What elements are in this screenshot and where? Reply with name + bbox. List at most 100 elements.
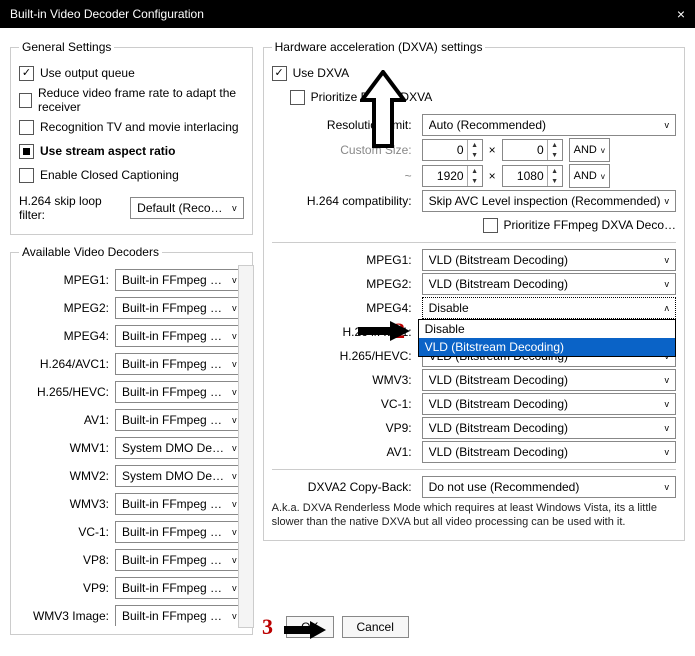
- hw-codec-label: MPEG2:: [272, 277, 416, 291]
- decoder-combo[interactable]: Built-in FFmpeg Decoder (Recommended)v: [115, 297, 244, 319]
- use-stream-aspect-checkbox[interactable]: [19, 144, 34, 159]
- recognition-tv-checkbox[interactable]: [19, 120, 34, 135]
- custom-and-combo[interactable]: ANDv: [569, 138, 610, 162]
- hw-codec-label: VC-1:: [272, 397, 416, 411]
- custom-size-label: Custom Size:: [272, 143, 416, 157]
- decoder-label: MPEG1:: [19, 273, 109, 287]
- decoder-combo[interactable]: Built-in FFmpeg Decoder (Recommended)v: [115, 521, 244, 543]
- copyback-note: A.k.a. DXVA Renderless Mode which requir…: [272, 502, 676, 530]
- dropdown-option[interactable]: VLD (Bitstream Decoding): [419, 338, 675, 356]
- skiploop-combo[interactable]: Default (Recommended)v: [130, 197, 243, 219]
- annotation-number-2: 2: [394, 318, 405, 344]
- prioritize-d3d11-checkbox[interactable]: [290, 90, 305, 105]
- hw-codec-row: MPEG2: VLD (Bitstream Decoding)v: [272, 273, 676, 295]
- decoder-combo[interactable]: System DMO Decoder (Recommended)v: [115, 437, 244, 459]
- hw-codec-dropdown[interactable]: DisableVLD (Bitstream Decoding): [418, 319, 676, 357]
- copyback-label: DXVA2 Copy-Back:: [272, 480, 416, 494]
- decoder-combo[interactable]: Built-in FFmpeg Decoder (Recommended)v: [115, 325, 244, 347]
- decoder-row: WMV2: System DMO Decoder (Recommended)v: [19, 465, 244, 487]
- decoder-row: H.264/AVC1: Built-in FFmpeg Decoder (Reco…: [19, 353, 244, 375]
- decoder-row: MPEG1: Built-in FFmpeg Decoder (Recommend…: [19, 269, 244, 291]
- annotation-number-3: 3: [262, 614, 273, 640]
- use-output-queue-checkbox[interactable]: [19, 66, 34, 81]
- decoder-label: H.264/AVC1:: [19, 357, 109, 371]
- decoder-combo[interactable]: System DMO Decoder (Recommended)v: [115, 465, 244, 487]
- hw-codec-combo[interactable]: VLD (Bitstream Decoding)v: [422, 441, 676, 463]
- hw-codec-combo[interactable]: VLD (Bitstream Decoding)v: [422, 393, 676, 415]
- hw-accel-group: Hardware acceleration (DXVA) settings Us…: [263, 40, 685, 541]
- hw-accel-legend: Hardware acceleration (DXVA) settings: [272, 40, 486, 54]
- decoder-row: WMV1: System DMO Decoder (Recommended)v: [19, 437, 244, 459]
- ok-button[interactable]: OK: [286, 616, 333, 638]
- decoder-combo[interactable]: Built-in FFmpeg Decoder (Recommended)v: [115, 549, 244, 571]
- decoder-row: H.265/HEVC: Built-in FFmpeg Decoder (Reco…: [19, 381, 244, 403]
- decoder-label: H.265/HEVC:: [19, 385, 109, 399]
- enable-cc-checkbox[interactable]: [19, 168, 34, 183]
- decoder-combo[interactable]: Built-in FFmpeg Decoder (Recommended)v: [115, 577, 244, 599]
- hw-codec-combo[interactable]: VLD (Bitstream Decoding)v: [422, 369, 676, 391]
- enable-cc-label: Enable Closed Captioning: [40, 168, 179, 182]
- close-icon[interactable]: ×: [677, 6, 685, 22]
- available-decoders-group: Available Video Decoders MPEG1:Built-in …: [10, 245, 253, 635]
- decoder-label: WMV2:: [19, 469, 109, 483]
- hw-codec-row: VC-1: VLD (Bitstream Decoding)v: [272, 393, 676, 415]
- decoder-row: VP9:Built-in FFmpeg Decoder (Recommended…: [19, 577, 244, 599]
- compat-combo[interactable]: Skip AVC Level inspection (Recommended)v: [422, 190, 676, 212]
- prioritize-ffmpeg-checkbox[interactable]: [483, 218, 498, 233]
- hw-codec-row: AV1: VLD (Bitstream Decoding)v: [272, 441, 676, 463]
- reduce-frame-rate-label: Reduce video frame rate to adapt the rec…: [38, 86, 244, 114]
- titlebar: Built-in Video Decoder Configuration ×: [0, 0, 695, 28]
- cancel-button[interactable]: Cancel: [342, 616, 409, 638]
- use-output-queue-label: Use output queue: [40, 66, 135, 80]
- hw-codec-row: MPEG1: VLD (Bitstream Decoding)v: [272, 249, 676, 271]
- use-dxva-label: Use DXVA: [293, 66, 349, 80]
- decoder-row: VC-1: Built-in FFmpeg Decoder (Recommende…: [19, 521, 244, 543]
- hw-codec-label: MPEG4:: [272, 301, 416, 315]
- hw-codec-combo[interactable]: VLD (Bitstream Decoding)v: [422, 273, 676, 295]
- general-settings-legend: General Settings: [19, 40, 114, 54]
- hw-codec-label: AV1:: [272, 445, 416, 459]
- skiploop-label: H.264 skip loop filter:: [19, 194, 124, 222]
- prioritize-d3d11-label: Prioritize D3D11 DXVA: [311, 90, 433, 104]
- decoder-label: VP8:: [19, 553, 109, 567]
- reduce-frame-rate-checkbox[interactable]: [19, 93, 32, 108]
- preset-w-input[interactable]: ▲▼: [422, 165, 483, 187]
- hw-codec-combo[interactable]: Disableʌ: [422, 297, 676, 319]
- res-limit-combo[interactable]: Auto (Recommended)v: [422, 114, 676, 136]
- decoder-combo[interactable]: Built-in FFmpeg Decoder (Recommended)v: [115, 493, 244, 515]
- preset-h-input[interactable]: ▲▼: [502, 165, 563, 187]
- hw-codec-combo[interactable]: VLD (Bitstream Decoding)v: [422, 417, 676, 439]
- hw-codec-label: VP9:: [272, 421, 416, 435]
- decoder-row: MPEG2:Built-in FFmpeg Decoder (Recommend…: [19, 297, 244, 319]
- compat-label: H.264 compatibility:: [272, 194, 416, 208]
- custom-h-input[interactable]: ▲▼: [502, 139, 563, 161]
- copyback-combo[interactable]: Do not use (Recommended)v: [422, 476, 676, 498]
- window-title: Built-in Video Decoder Configuration: [10, 7, 204, 21]
- dropdown-option[interactable]: Disable: [419, 320, 675, 338]
- preset-and-combo[interactable]: ANDv: [569, 164, 610, 188]
- decoder-combo[interactable]: Built-in FFmpeg Decoder (Recommended)v: [115, 381, 244, 403]
- decoder-combo[interactable]: Built-in FFmpeg Decoder (Recommended)v: [115, 353, 244, 375]
- hw-codec-row: VP9: VLD (Bitstream Decoding)v: [272, 417, 676, 439]
- hw-codec-row: MPEG4: Disableʌ: [272, 297, 676, 319]
- decoder-combo[interactable]: Built-in FFmpeg Decoder (Recommended)v: [115, 409, 244, 431]
- general-settings-group: General Settings Use output queue Reduce…: [10, 40, 253, 235]
- decoder-label: WMV1:: [19, 441, 109, 455]
- decoder-label: VC-1:: [19, 525, 109, 539]
- hw-codec-label: MPEG1:: [272, 253, 416, 267]
- hw-codec-combo[interactable]: VLD (Bitstream Decoding)v: [422, 249, 676, 271]
- res-limit-label: Resolution limit:: [272, 118, 416, 132]
- use-stream-aspect-label: Use stream aspect ratio: [40, 144, 175, 158]
- annotation-number-1: 1: [372, 108, 383, 134]
- hw-codec-row: WMV3: VLD (Bitstream Decoding)v: [272, 369, 676, 391]
- decoder-row: VP8: Built-in FFmpeg Decoder (Recommended…: [19, 549, 244, 571]
- custom-w-input[interactable]: ▲▼: [422, 139, 483, 161]
- hw-codec-label: WMV3:: [272, 373, 416, 387]
- decoder-row: MPEG4: Built-in FFmpeg Decoder (Recommend…: [19, 325, 244, 347]
- decoder-combo[interactable]: Built-in FFmpeg Decoder (Recommended)v: [115, 269, 244, 291]
- decoder-label: MPEG4:: [19, 329, 109, 343]
- decoder-scrollbar[interactable]: [238, 265, 254, 628]
- decoder-row: AV1: Built-in FFmpeg Decoder (Recommended…: [19, 409, 244, 431]
- decoder-label: AV1:: [19, 413, 109, 427]
- use-dxva-checkbox[interactable]: [272, 66, 287, 81]
